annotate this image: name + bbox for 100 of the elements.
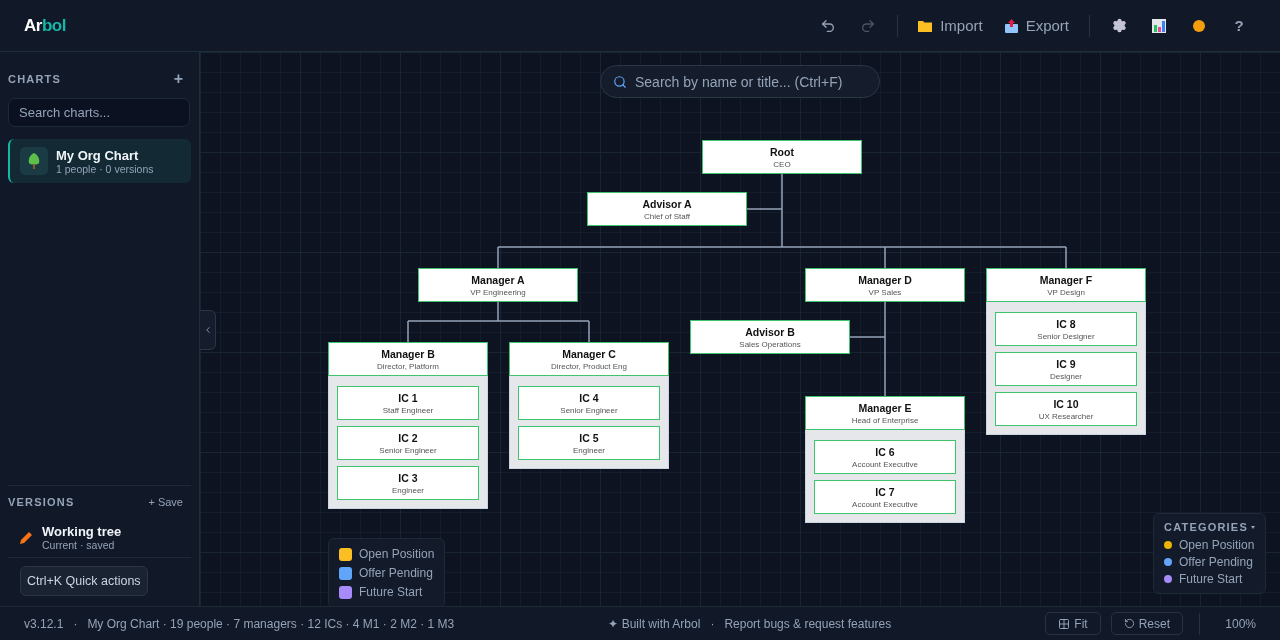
node-card[interactable]: IC 7 Account Executive xyxy=(814,480,956,514)
node-card[interactable]: IC 8 Senior Designer xyxy=(995,312,1137,346)
node-title: VP Design xyxy=(1047,287,1085,297)
search-icon xyxy=(613,75,627,89)
node-title: Senior Engineer xyxy=(560,405,618,415)
node-title: Senior Engineer xyxy=(379,445,437,455)
node-name: Manager C xyxy=(562,347,616,360)
node-title: Designer xyxy=(1050,371,1082,381)
node-name: IC 6 xyxy=(875,445,895,458)
grid-icon xyxy=(1058,617,1071,630)
search-field[interactable]: Search charts... xyxy=(8,98,190,127)
node-title: Senior Designer xyxy=(1037,331,1095,341)
node-title: Head of Enterprise xyxy=(851,415,919,425)
node-name: IC 10 xyxy=(1053,397,1079,410)
reset-icon xyxy=(1123,618,1135,629)
node-title: VP Sales xyxy=(868,287,902,297)
node-name: IC 9 xyxy=(1056,357,1076,370)
version-name: Working tree xyxy=(42,524,122,539)
node-title: CEO xyxy=(773,159,791,169)
tray-icon xyxy=(1004,18,1018,33)
node-card[interactable]: IC 2 Senior Engineer xyxy=(337,426,479,460)
node-card[interactable]: IC 6 Account Executive xyxy=(814,440,956,474)
sun-icon xyxy=(1192,18,1206,33)
export-button[interactable]: Export xyxy=(996,10,1077,41)
node-name: IC 7 xyxy=(875,485,895,498)
quick-actions-button[interactable]: Ctrl+K Quick actions xyxy=(20,566,148,596)
caret-icon xyxy=(1251,525,1255,529)
categories-heading: CATEGORIES xyxy=(1164,521,1248,533)
node-name: IC 2 xyxy=(398,431,418,444)
built-with-text: ✦ Built with Arbol xyxy=(608,616,701,631)
node-card[interactable]: Advisor B Sales Operations xyxy=(690,320,850,354)
category-label: Open Position xyxy=(1179,538,1255,552)
node-name: IC 5 xyxy=(579,431,599,444)
node-card[interactable]: Manager F VP Design xyxy=(986,268,1146,302)
chart-name: My Org Chart xyxy=(56,147,140,163)
node-title: Sales Operations xyxy=(739,339,801,349)
node-card[interactable]: IC 5 Engineer xyxy=(518,426,660,460)
import-button[interactable]: Import xyxy=(910,10,991,41)
node-card[interactable]: Manager A VP Engineering xyxy=(418,268,578,302)
legend-label: Open Position xyxy=(359,547,435,561)
node-card[interactable]: Advisor A Chief of Staff xyxy=(587,192,747,226)
node-name: IC 3 xyxy=(398,471,418,484)
add-chart-button[interactable]: + xyxy=(165,70,191,88)
pencil-icon xyxy=(20,531,32,544)
legend-label: Future Start xyxy=(359,585,423,599)
section-heading: VERSIONS xyxy=(8,496,75,508)
gear-icon xyxy=(1111,18,1127,33)
node-title: Staff Engineer xyxy=(382,405,434,415)
save-button[interactable]: + Save xyxy=(140,496,191,508)
node-name: IC 8 xyxy=(1056,317,1076,330)
node-card[interactable]: IC 1 Staff Engineer xyxy=(337,386,479,420)
node-title: Director, Platform xyxy=(377,361,439,371)
report-link[interactable]: Report bugs & request features xyxy=(724,616,892,631)
node-card[interactable]: IC 3 Engineer xyxy=(337,466,479,500)
category-label: Offer Pending xyxy=(1179,555,1253,569)
node-card[interactable]: Root CEO xyxy=(702,140,862,174)
node-title: Chief of Staff xyxy=(643,211,691,221)
app-logo: Arbol xyxy=(24,15,66,36)
node-title: Account Executive xyxy=(852,459,918,469)
summary-text: My Org Chart · 19 people · 7 managers · 12 ICs · 4 M1 · 2 M2 · 1 M3 xyxy=(87,616,455,631)
node-name: Root xyxy=(770,145,794,158)
category-label: Future Start xyxy=(1179,572,1243,586)
undo-icon xyxy=(820,17,837,34)
node-title: VP Engineering xyxy=(470,287,526,297)
node-card[interactable]: Manager D VP Sales xyxy=(805,268,965,302)
node-title: Account Executive xyxy=(852,499,918,509)
node-card[interactable]: Manager E Head of Enterprise xyxy=(805,396,965,430)
zoom-level: 100% xyxy=(1224,616,1256,631)
tree-icon xyxy=(28,153,40,169)
reset-button[interactable]: Reset xyxy=(1110,612,1183,635)
node-name: Advisor A xyxy=(642,197,692,210)
separator-text: · xyxy=(73,616,78,631)
node-title: UX Researcher xyxy=(1038,411,1094,421)
version-meta: Current · saved xyxy=(42,539,116,551)
node-card[interactable]: IC 9 Designer xyxy=(995,352,1137,386)
node-card[interactable]: IC 10 UX Researcher xyxy=(995,392,1137,426)
help-button[interactable]: ? xyxy=(1222,10,1256,41)
folder-icon xyxy=(918,19,933,32)
node-name: IC 4 xyxy=(579,391,599,404)
node-name: Manager F xyxy=(1039,273,1093,286)
section-heading: CHARTS xyxy=(8,73,62,85)
node-name: Manager B xyxy=(381,347,435,360)
bar-chart-icon xyxy=(1152,18,1166,33)
node-card[interactable]: Manager C Director, Product Eng xyxy=(509,342,669,376)
version-text: v3.12.1 xyxy=(24,616,64,631)
separator-text: · xyxy=(710,616,715,631)
redo-icon xyxy=(860,17,877,34)
node-name: Manager D xyxy=(858,273,912,286)
node-name: Manager A xyxy=(471,273,525,286)
node-title: Engineer xyxy=(392,485,424,495)
node-card[interactable]: IC 4 Senior Engineer xyxy=(518,386,660,420)
canvas-search-field[interactable]: Search by name or title... (Ctrl+F) xyxy=(600,65,880,98)
node-name: Manager E xyxy=(858,401,912,414)
node-title: Director, Product Eng xyxy=(550,361,627,371)
legend-label: Offer Pending xyxy=(359,566,433,580)
fit-button[interactable]: Fit xyxy=(1045,612,1101,635)
node-card[interactable]: Manager B Director, Platform xyxy=(328,342,488,376)
node-title: Engineer xyxy=(573,445,605,455)
chart-item[interactable]: My Org Chart 1 people · 0 versions xyxy=(8,139,191,183)
chart-meta: 1 people · 0 versions xyxy=(56,162,154,175)
